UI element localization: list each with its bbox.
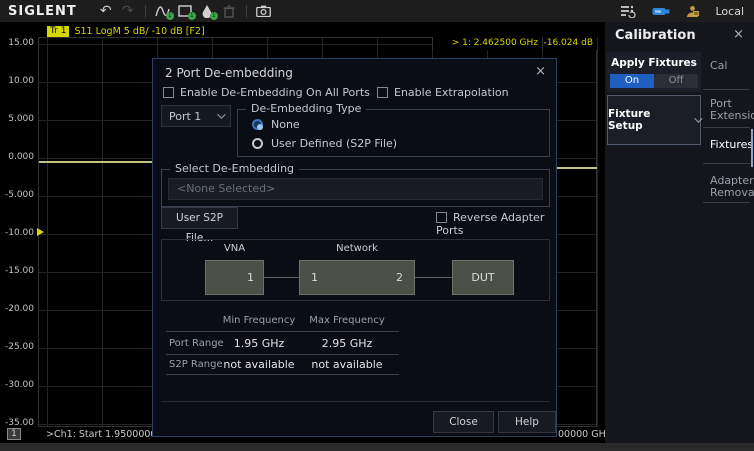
- dut-box: DUT: [452, 260, 514, 295]
- tab-separator: [703, 127, 750, 128]
- tab-adapter-removal[interactable]: Adapter Removal: [710, 175, 754, 199]
- local-button[interactable]: Local: [715, 5, 744, 18]
- de-embedding-dialog: 2 Port De-embedding × Enable De-Embeddin…: [152, 58, 557, 437]
- redo-icon[interactable]: ↷: [117, 1, 139, 21]
- help-button[interactable]: Help: [498, 411, 556, 433]
- marker-value-readout: -16.024 dB: [542, 37, 597, 50]
- trace-line-left: [39, 161, 152, 163]
- dialog-title: 2 Port De-embedding: [165, 66, 293, 80]
- network-box: 1 2: [299, 260, 415, 295]
- port-range-min: 1.95 GHz: [209, 337, 309, 350]
- tab-separator: [703, 163, 750, 164]
- max-frequency-header: Max Frequency: [297, 315, 397, 326]
- radio-button[interactable]: [252, 138, 263, 149]
- apply-fixtures-label: Apply Fixtures: [607, 57, 701, 69]
- top-toolbar: SIGLENT ↶ ↷ 1 1 1: [0, 0, 754, 22]
- reverse-adapter-ports-checkbox[interactable]: Reverse Adapter Ports: [436, 211, 556, 237]
- vna-box: 1: [205, 260, 264, 295]
- channel-badge[interactable]: 1: [7, 428, 21, 440]
- enable-all-ports-checkbox[interactable]: Enable De-Embedding On All Ports: [163, 86, 370, 99]
- network-caption: Network: [299, 243, 415, 254]
- user-lock-icon[interactable]: [686, 5, 699, 18]
- table-rule: [166, 374, 399, 375]
- select-de-embedding-group: Select De-Embedding <None Selected>: [161, 169, 550, 207]
- chevron-down-icon: [694, 114, 702, 122]
- table-rule: [166, 354, 399, 355]
- port-select[interactable]: Port 1: [161, 105, 231, 127]
- marker-icon[interactable]: 1: [196, 1, 218, 21]
- tab-fixtures[interactable]: Fixtures: [710, 139, 754, 151]
- trace-parameters-label: S11 LogM 5 dB/ -10 dB [F2]: [74, 26, 204, 37]
- selected-file-field[interactable]: <None Selected>: [168, 178, 543, 200]
- vna-caption: VNA: [205, 243, 264, 254]
- user-s2p-file-button[interactable]: User S2P File...: [161, 207, 238, 229]
- trash-icon[interactable]: [218, 1, 240, 21]
- port-range-max: 2.95 GHz: [297, 337, 397, 350]
- trace-line-right: [557, 167, 597, 169]
- connector-line: [264, 277, 299, 278]
- radio-user-defined[interactable]: User Defined (S2P File): [252, 137, 397, 150]
- tab-port-extension[interactable]: Port Extension: [710, 98, 754, 122]
- undo-icon[interactable]: ↶: [95, 1, 117, 21]
- table-rule: [166, 331, 399, 332]
- usb-icon[interactable]: [652, 7, 670, 16]
- fixture-diagram: VNA Network 1 1 2 DUT: [161, 239, 550, 301]
- reference-level-arrow: [37, 228, 44, 236]
- radio-button-selected[interactable]: [252, 119, 263, 130]
- s2p-range-min: not available: [209, 358, 309, 371]
- tab-cal[interactable]: Cal: [710, 60, 754, 72]
- connector-line: [415, 277, 452, 278]
- type-group-legend: De-Embedding Type: [246, 102, 366, 115]
- trace-badge-icon: 1: [166, 12, 174, 20]
- s2p-range-max: not available: [297, 358, 397, 371]
- radio-none[interactable]: None: [252, 118, 300, 131]
- select-group-legend: Select De-Embedding: [170, 162, 299, 175]
- checkbox-box[interactable]: [377, 87, 388, 98]
- apply-fixtures-panel: Apply Fixtures On Off: [607, 52, 701, 92]
- channel-stop-status-partial: 00000 GHz: [558, 429, 611, 440]
- window-badge-icon: 1: [188, 12, 196, 20]
- window-icon[interactable]: 1: [174, 1, 196, 21]
- tab-separator: [703, 202, 750, 203]
- marker-frequency-readout: > 1: 2.462500 GHz: [432, 37, 542, 50]
- apply-fixtures-on-button[interactable]: On: [610, 74, 654, 88]
- trace-icon[interactable]: 1: [152, 1, 174, 21]
- close-button[interactable]: Close: [433, 411, 494, 433]
- footer-divider: [161, 401, 550, 402]
- min-frequency-header: Min Frequency: [209, 315, 309, 326]
- fixture-setup-dropdown[interactable]: Fixture Setup: [607, 95, 701, 145]
- active-tab-indicator: [751, 129, 753, 167]
- checkbox-box[interactable]: [436, 212, 447, 223]
- chevron-down-icon: [217, 110, 225, 118]
- camera-icon[interactable]: [253, 1, 275, 21]
- de-embedding-type-group: De-Embedding Type None User Defined (S2P…: [237, 109, 550, 157]
- marker-badge-icon: 1: [210, 12, 218, 20]
- enable-extrapolation-checkbox[interactable]: Enable Extrapolation: [377, 86, 509, 99]
- trace-info-row: Tr 1 S11 LogM 5 dB/ -10 dB [F2]: [47, 26, 205, 37]
- dialog-close-icon[interactable]: ×: [535, 64, 546, 79]
- sidebar-title: Calibration: [615, 28, 696, 43]
- bottom-bar: [0, 443, 754, 451]
- vna-screen: SIGLENT ↶ ↷ 1 1 1: [0, 0, 754, 451]
- toolbar-separator: [246, 5, 247, 18]
- apply-fixtures-off-button[interactable]: Off: [654, 74, 698, 88]
- calibration-sidebar: Calibration × Apply Fixtures On Off Fixt…: [605, 22, 754, 443]
- siglent-logo: SIGLENT: [8, 4, 77, 19]
- toolbar-right-group: Local: [620, 0, 754, 22]
- sweep-list-icon[interactable]: [620, 5, 636, 18]
- tab-separator: [703, 89, 750, 90]
- checkbox-box[interactable]: [163, 87, 174, 98]
- toolbar-separator: [145, 5, 146, 18]
- trace-number-badge[interactable]: Tr 1: [47, 26, 69, 37]
- sidebar-close-icon[interactable]: ×: [733, 27, 744, 42]
